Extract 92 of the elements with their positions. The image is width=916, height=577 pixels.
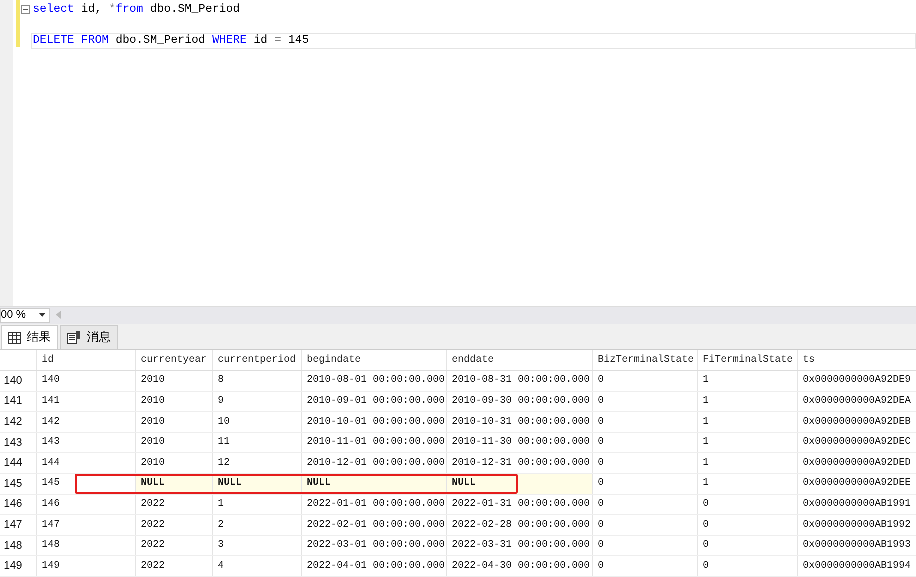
table-cell: 0x0000000000AB1992: [797, 515, 916, 535]
table-cell: 0: [697, 494, 797, 514]
table-cell: 0x0000000000A92DED: [797, 453, 916, 474]
table-cell: 147: [36, 515, 135, 535]
table-cell: 1: [212, 494, 301, 514]
table-cell: 140: [36, 371, 135, 391]
table-cell: 0: [592, 515, 697, 535]
table-cell: 10: [212, 412, 301, 432]
table-cell: 0: [592, 556, 697, 576]
change-bar: [16, 0, 20, 47]
table-cell: 4: [212, 556, 301, 576]
table-cell: 2010-12-01 00:00:00.000: [301, 453, 446, 474]
table-cell: 2010-08-31 00:00:00.000: [446, 371, 592, 391]
column-header[interactable]: enddate: [446, 350, 592, 370]
table-cell: 2022-03-01 00:00:00.000: [301, 536, 446, 556]
table-cell: 2010: [135, 392, 212, 412]
table-cell: 2022: [135, 494, 212, 514]
table-cell: 0x0000000000A92DEA: [797, 392, 916, 412]
table-cell: 1: [697, 392, 797, 412]
table-cell: 2022: [135, 536, 212, 556]
table-cell: 11: [212, 432, 301, 452]
table-cell: 3: [212, 536, 301, 556]
table-cell: 0: [592, 474, 697, 494]
table-cell: 148: [36, 536, 135, 556]
table-cell: 2022-02-01 00:00:00.000: [301, 515, 446, 535]
table-cell: 2010: [135, 412, 212, 432]
table-cell: 8: [212, 371, 301, 391]
table-cell: 2010-11-01 00:00:00.000: [301, 432, 446, 452]
table-cell: 0: [592, 536, 697, 556]
column-header[interactable]: begindate: [301, 350, 446, 370]
column-header[interactable]: ts: [797, 350, 916, 370]
results-tab[interactable]: 结果: [1, 325, 58, 350]
table-cell: 2010: [135, 371, 212, 391]
column-header[interactable]: FiTerminalState: [697, 350, 797, 370]
grid-icon: [8, 332, 21, 344]
table-cell: 2010: [135, 453, 212, 474]
table-cell: 0x0000000000AB1993: [797, 536, 916, 556]
table-cell: 0x0000000000A92DE9: [797, 371, 916, 391]
table-cell: 2022: [135, 515, 212, 535]
table-cell: 146: [36, 494, 135, 514]
column-header[interactable]: id: [36, 350, 135, 370]
table-cell: 2022-02-28 00:00:00.000: [446, 515, 592, 535]
table-cell: 2010-12-31 00:00:00.000: [446, 453, 592, 474]
table-cell: 0x0000000000AB1994: [797, 556, 916, 576]
column-header[interactable]: currentperiod: [212, 350, 301, 370]
table-cell: 1: [697, 453, 797, 474]
table-cell: 0: [697, 515, 797, 535]
table-cell: 0: [592, 371, 697, 391]
table-cell: 2010-10-01 00:00:00.000: [301, 412, 446, 432]
table-cell: 0: [592, 453, 697, 474]
caret-icon: [39, 313, 46, 318]
column-header[interactable]: BizTerminalState: [592, 350, 697, 370]
table-cell: 9: [212, 392, 301, 412]
table-cell: 0: [592, 494, 697, 514]
table-cell: 1: [697, 432, 797, 452]
table-cell: 0: [592, 392, 697, 412]
table-cell: 0x0000000000A92DEE: [797, 474, 916, 494]
table-cell: 2022-04-30 00:00:00.000: [446, 556, 592, 576]
table-cell: 0: [697, 536, 797, 556]
code-line: select id, *from dbo.SM_Period: [32, 2, 242, 18]
table-cell: 2010-09-30 00:00:00.000: [446, 392, 592, 412]
table-cell: 2010-11-30 00:00:00.000: [446, 432, 592, 452]
table-cell: 1: [697, 412, 797, 432]
table-cell: 12: [212, 453, 301, 474]
table-cell: 2010: [135, 432, 212, 452]
table-cell: 2: [212, 515, 301, 535]
table-cell: 149: [36, 556, 135, 576]
table-cell: 0x0000000000A92DEC: [797, 432, 916, 452]
table-cell: 143: [36, 432, 135, 452]
column-header[interactable]: currentyear: [135, 350, 212, 370]
table-cell: 2022-03-31 00:00:00.000: [446, 536, 592, 556]
table-cell: 2022-01-01 00:00:00.000: [301, 494, 446, 514]
zoom-dropdown[interactable]: 00 %: [0, 308, 50, 323]
table-cell: 2010-09-01 00:00:00.000: [301, 392, 446, 412]
collapse-icon[interactable]: [21, 5, 30, 14]
table-cell: 2010-08-01 00:00:00.000: [301, 371, 446, 391]
table-cell: 2022-01-31 00:00:00.000: [446, 494, 592, 514]
table-cell: 2010-10-31 00:00:00.000: [446, 412, 592, 432]
results-tab[interactable]: 消息: [60, 325, 118, 350]
table-cell: 1: [697, 474, 797, 494]
table-cell: 1: [697, 371, 797, 391]
table-cell: 142: [36, 412, 135, 432]
table-cell: 0x0000000000A92DEB: [797, 412, 916, 432]
message-icon: [67, 331, 81, 344]
table-cell: 0: [592, 412, 697, 432]
table-cell: 144: [36, 453, 135, 474]
table-cell: 0: [697, 556, 797, 576]
table-cell: 0: [592, 432, 697, 452]
table-cell: 0x0000000000AB1991: [797, 494, 916, 514]
table-cell: 141: [36, 392, 135, 412]
table-cell: 2022: [135, 556, 212, 576]
table-cell: 2022-04-01 00:00:00.000: [301, 556, 446, 576]
